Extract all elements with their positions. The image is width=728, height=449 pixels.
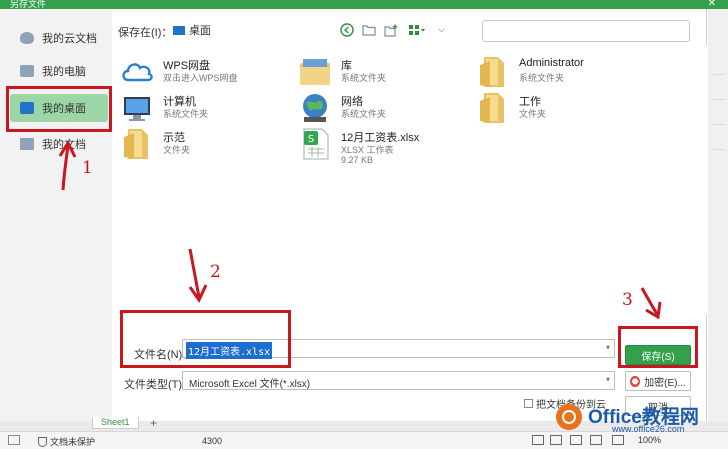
zoom-level[interactable]: 100% xyxy=(638,435,661,445)
desktop-icon xyxy=(173,25,185,35)
close-icon[interactable]: ✕ xyxy=(708,0,716,9)
chevron-down-icon[interactable]: ▾ xyxy=(606,343,610,352)
sheet-cell xyxy=(711,84,725,100)
folder-icon xyxy=(480,57,504,87)
macro-icon[interactable] xyxy=(8,435,20,445)
sheet-cell xyxy=(711,109,725,125)
file-item-network[interactable]: 网络 系统文件夹 xyxy=(298,91,478,127)
search-input[interactable] xyxy=(482,20,690,42)
encrypt-label: 加密(E)... xyxy=(644,377,686,389)
sidebar-item-my-documents[interactable]: 我的文档 xyxy=(10,130,108,158)
folder-icon xyxy=(480,93,504,123)
file-name: Administrator xyxy=(519,57,584,69)
sidebar-item-cloud-docs[interactable]: 我的云文档 xyxy=(10,24,108,52)
sheet-cell xyxy=(711,59,725,75)
location-value: 桌面 xyxy=(189,25,211,37)
file-type: 系统文件夹 xyxy=(341,109,387,119)
annotation-number-3: 3 xyxy=(622,290,633,310)
normal-view-icon[interactable] xyxy=(550,435,562,445)
annotation-number-2: 2 xyxy=(210,262,221,282)
file-type: 文件夹 xyxy=(519,109,547,119)
shield-icon xyxy=(38,436,47,447)
background-sheet-edge xyxy=(708,9,728,421)
file-list: WPS网盘 双击进入WPS网盘 库 系统文件夹 Administrator 系统… xyxy=(114,45,707,315)
file-item-administrator[interactable]: Administrator 系统文件夹 xyxy=(476,55,656,91)
annotation-box-desktop xyxy=(6,86,112,132)
tab-sheet1[interactable]: Sheet1 xyxy=(92,417,139,429)
annotation-number-1: 1 xyxy=(82,158,93,178)
annotation-box-filename xyxy=(120,310,291,368)
annotation-box-save xyxy=(618,326,698,368)
filetype-select[interactable]: Microsoft Excel 文件(*.xlsx) ▾ xyxy=(182,371,615,390)
file-type: 系统文件夹 xyxy=(341,73,387,83)
cloud-drive-icon xyxy=(122,63,153,82)
reading-view-icon[interactable] xyxy=(590,435,602,445)
network-icon xyxy=(303,94,327,122)
status-value: 4300 xyxy=(202,436,223,446)
file-item-computer[interactable]: 计算机 系统文件夹 xyxy=(120,91,300,127)
up-folder-button[interactable] xyxy=(360,21,378,39)
sidebar-item-label: 我的电脑 xyxy=(42,66,86,78)
library-icon xyxy=(300,59,330,85)
folder-icon xyxy=(124,129,148,159)
file-type: 系统文件夹 xyxy=(519,73,565,83)
file-type: 文件夹 xyxy=(163,145,191,155)
file-item-demo[interactable]: 示范 文件夹 xyxy=(120,127,300,163)
document-protection-status[interactable]: 文档未保护 xyxy=(38,435,95,448)
file-item-salary-xlsx[interactable]: S 12月工资表.xlsx XLSX 工作表 9.27 KB xyxy=(298,127,478,171)
eye-icon[interactable] xyxy=(612,435,624,445)
sidebar-item-label: 我的云文档 xyxy=(42,33,97,45)
back-arrow-icon xyxy=(340,23,354,37)
save-as-dialog: 我的云文档 我的电脑 我的桌面 我的文档 保存在(I)： 桌面 ⌵ WPS网盘 … xyxy=(0,9,707,421)
sidebar-item-my-computer[interactable]: 我的电脑 xyxy=(10,57,108,85)
chevron-down-icon: ⌵ xyxy=(438,24,445,34)
cloud-doc-icon xyxy=(20,32,34,44)
up-folder-icon xyxy=(362,25,376,36)
view-grid-icon xyxy=(409,25,425,35)
file-type: 系统文件夹 xyxy=(163,109,209,119)
save-in-label: 保存在(I)： xyxy=(118,27,173,39)
sheet-cell xyxy=(711,134,725,150)
file-item-work[interactable]: 工作 文件夹 xyxy=(476,91,656,127)
sidebar: 我的云文档 我的电脑 我的桌面 我的文档 xyxy=(0,9,112,421)
computer-icon xyxy=(20,65,34,77)
location-toolbar: 保存在(I)： 桌面 ⌵ xyxy=(118,20,703,42)
file-item-wps-drive[interactable]: WPS网盘 双击进入WPS网盘 xyxy=(120,55,300,91)
sidebar-item-label: 我的文档 xyxy=(42,139,86,151)
site-watermark: Office教程网 www.office26.com xyxy=(552,400,728,436)
back-button[interactable] xyxy=(338,21,356,39)
page-view-icon[interactable] xyxy=(570,435,582,445)
view-menu-button[interactable] xyxy=(405,21,429,39)
filetype-value: Microsoft Excel 文件(*.xlsx) xyxy=(189,379,311,390)
protection-label: 文档未保护 xyxy=(50,437,96,447)
svg-text:S: S xyxy=(308,134,314,145)
encrypt-button[interactable]: ⬣ 加密(E)... xyxy=(625,371,691,391)
shield-icon: ⬣ xyxy=(630,375,641,387)
dialog-title-bar: 另存文件 ✕ xyxy=(0,0,728,9)
computer-icon xyxy=(124,97,150,121)
file-type: 双击进入WPS网盘 xyxy=(163,73,238,83)
add-sheet-icon[interactable]: + xyxy=(150,416,157,430)
xlsx-file-icon: S xyxy=(303,128,329,160)
fullscreen-icon[interactable] xyxy=(532,435,544,445)
file-item-library[interactable]: 库 系统文件夹 xyxy=(298,55,478,91)
new-folder-icon xyxy=(384,24,398,37)
chevron-down-icon: ▾ xyxy=(605,375,610,384)
file-size: 9.27 KB xyxy=(341,155,374,165)
office-logo-icon xyxy=(556,404,582,430)
checkbox-box[interactable] xyxy=(524,399,533,408)
documents-icon xyxy=(20,138,34,150)
new-folder-button[interactable] xyxy=(382,21,400,39)
watermark-url: www.office26.com xyxy=(612,424,685,434)
